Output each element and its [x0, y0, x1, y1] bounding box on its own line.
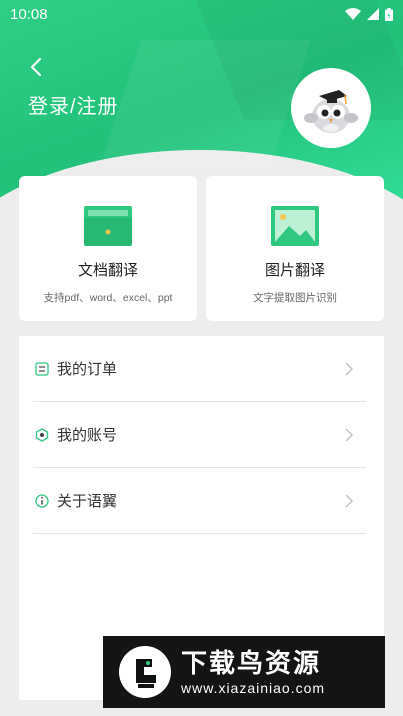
card-subtitle: 文字提取图片识别: [253, 292, 337, 304]
document-translate-card[interactable]: 文档翻译 支持pdf、word、excel、ppt: [19, 176, 197, 321]
menu-item-account[interactable]: 我的账号: [33, 402, 366, 468]
owl-mascot-icon: [304, 90, 358, 133]
account-hexagon-icon: [35, 427, 49, 442]
battery-icon: [385, 7, 393, 21]
document-folder-icon: [84, 206, 132, 246]
image-icon: [271, 206, 319, 246]
chevron-right-icon: [345, 362, 354, 376]
watermark-brand: 下载鸟资源: [181, 649, 322, 679]
card-subtitle: 支持pdf、word、excel、ppt: [43, 292, 173, 304]
wifi-icon: [345, 8, 361, 20]
login-register-link[interactable]: 登录/注册: [28, 90, 119, 119]
chevron-right-icon: [345, 428, 354, 442]
status-bar: 10:08: [0, 0, 403, 28]
chevron-right-icon: [345, 494, 354, 508]
menu-item-orders[interactable]: 我的订单: [33, 336, 366, 402]
watermark-url: www.xiazainiao.com: [181, 680, 326, 696]
menu-item-about[interactable]: 关于语翼: [33, 468, 366, 534]
card-title: 图片翻译: [264, 262, 325, 279]
menu-item-label: 我的订单: [57, 361, 118, 378]
image-translate-card[interactable]: 图片翻译 文字提取图片识别: [206, 176, 384, 321]
menu-item-label: 我的账号: [57, 427, 118, 444]
signal-icon: [367, 8, 379, 20]
back-arrow-icon[interactable]: [26, 56, 48, 78]
status-time: 10:08: [10, 5, 48, 23]
bird-logo-icon: [119, 646, 171, 698]
order-list-icon: [35, 361, 49, 376]
card-title: 文档翻译: [77, 262, 138, 279]
menu-item-label: 关于语翼: [57, 493, 118, 510]
avatar[interactable]: [291, 68, 371, 148]
info-icon: [35, 493, 49, 508]
system-icons: [345, 7, 393, 21]
watermark-banner: 下载鸟资源 www.xiazainiao.com: [103, 636, 385, 708]
